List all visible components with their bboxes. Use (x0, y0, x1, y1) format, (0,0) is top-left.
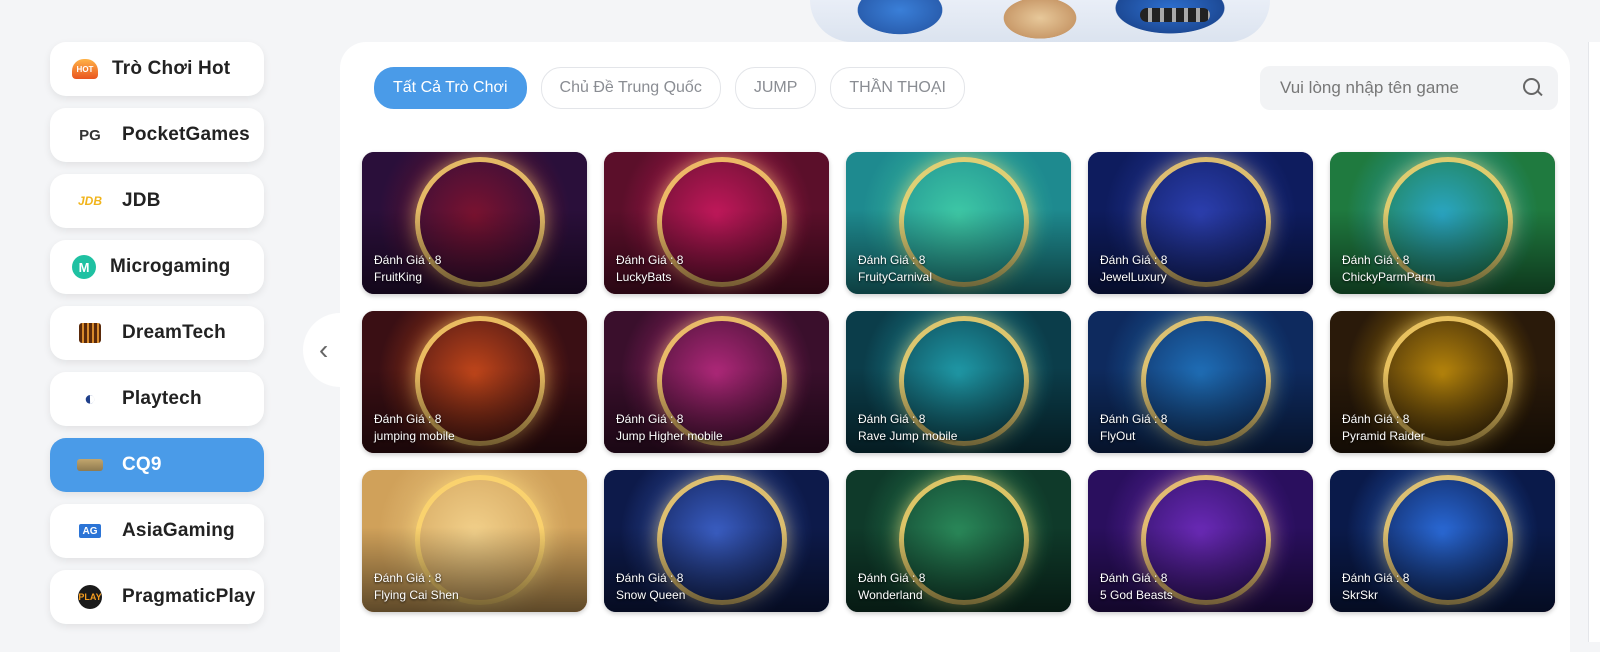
game-rating: Đánh Giá : 8 (616, 571, 684, 585)
game-rating: Đánh Giá : 8 (858, 412, 926, 426)
game-card[interactable]: Đánh Giá : 8 Rave Jump mobile (846, 311, 1071, 453)
sidebar-item-label: DreamTech (122, 322, 226, 343)
game-card[interactable]: Đánh Giá : 8 Flying Cai Shen (362, 470, 587, 612)
game-rating: Đánh Giá : 8 (858, 253, 926, 267)
sidebar-item-hot[interactable]: HOT Trò Chơi Hot (50, 42, 264, 96)
game-card[interactable]: Đánh Giá : 8 jumping mobile (362, 311, 587, 453)
game-card[interactable]: Đánh Giá : 8 Wonderland (846, 470, 1071, 612)
game-name: Wonderland (858, 588, 923, 602)
tab-jump[interactable]: JUMP (734, 67, 817, 109)
sidebar-item-pragmaticplay[interactable]: PLAY PragmaticPlay (50, 570, 264, 624)
cq9-logo-wrap (72, 453, 108, 477)
search-input[interactable] (1278, 77, 1522, 99)
game-name: FruityCarnival (858, 270, 933, 284)
game-name: jumping mobile (374, 429, 455, 443)
game-name: LuckyBats (616, 270, 672, 284)
game-rating: Đánh Giá : 8 (374, 253, 442, 267)
game-name: FruitKing (374, 270, 423, 284)
tab-mythology[interactable]: THẦN THOẠI (830, 67, 965, 109)
game-rating: Đánh Giá : 8 (1342, 412, 1410, 426)
playtech-logo-icon: ◐ (83, 387, 97, 410)
sidebar-item-label: Playtech (122, 388, 202, 409)
game-rating: Đánh Giá : 8 (1100, 412, 1168, 426)
provider-sidebar: HOT Trò Chơi Hot PG PocketGames JDB JDB … (50, 42, 264, 636)
game-name: Jump Higher mobile (616, 429, 723, 443)
asiagaming-logo-wrap: AG (72, 519, 108, 543)
microgaming-logo-icon: M (72, 255, 96, 279)
game-card[interactable]: Đánh Giá : 8 ChickyParmParm (1330, 152, 1555, 294)
sidebar-item-cq9[interactable]: CQ9 (50, 438, 264, 492)
pocketgames-logo-icon: PG (79, 126, 101, 144)
chevron-left-icon: ‹ (319, 334, 329, 365)
game-rating: Đánh Giá : 8 (616, 412, 684, 426)
hot-icon: HOT (72, 59, 98, 79)
cq9-logo-icon (77, 459, 103, 471)
asiagaming-logo-icon: AG (79, 524, 101, 538)
game-name: Snow Queen (616, 588, 686, 602)
game-rating: Đánh Giá : 8 (1100, 253, 1168, 267)
sidebar-item-label: Microgaming (110, 256, 231, 277)
next-panel-edge (1588, 42, 1600, 642)
sidebar-item-label: CQ9 (122, 454, 162, 475)
category-tabs: Tất Cả Trò Chơi Chủ Đề Trung Quốc JUMP T… (374, 67, 979, 109)
game-search (1260, 66, 1558, 110)
game-rating: Đánh Giá : 8 (1342, 571, 1410, 585)
game-card[interactable]: Đánh Giá : 8 LuckyBats (604, 152, 829, 294)
game-rating: Đánh Giá : 8 (374, 412, 442, 426)
game-card[interactable]: Đánh Giá : 8 Jump Higher mobile (604, 311, 829, 453)
game-card[interactable]: Đánh Giá : 8 SkrSkr (1330, 470, 1555, 612)
pragmaticplay-logo-wrap: PLAY (72, 585, 108, 609)
sidebar-item-microgaming[interactable]: M Microgaming (50, 240, 264, 294)
game-card[interactable]: Đánh Giá : 8 5 God Beasts (1088, 470, 1313, 612)
sidebar-item-jdb[interactable]: JDB JDB (50, 174, 264, 228)
game-name: FlyOut (1100, 429, 1136, 443)
sidebar-item-label: Trò Chơi Hot (112, 58, 231, 79)
game-card[interactable]: Đánh Giá : 8 FruitKing (362, 152, 587, 294)
game-rating: Đánh Giá : 8 (1342, 253, 1410, 267)
sidebar-item-label: JDB (122, 190, 161, 211)
search-icon[interactable] (1522, 77, 1544, 99)
pragmaticplay-logo-icon: PLAY (78, 585, 102, 609)
sidebar-item-dreamtech[interactable]: DreamTech (50, 306, 264, 360)
game-grid: Đánh Giá : 8 FruitKing Đánh Giá : 8 LuckyBa… (362, 152, 1555, 612)
tab-all-games[interactable]: Tất Cả Trò Chơi (374, 67, 527, 109)
game-panel: Tất Cả Trò Chơi Chủ Đề Trung Quốc JUMP T… (340, 42, 1570, 652)
dreamtech-logo-wrap (72, 321, 108, 345)
game-name: Flying Cai Shen (374, 588, 459, 602)
game-card[interactable]: Đánh Giá : 8 JewelLuxury (1088, 152, 1313, 294)
game-card[interactable]: Đánh Giá : 8 FlyOut (1088, 311, 1313, 453)
game-rating: Đánh Giá : 8 (616, 253, 684, 267)
tab-chinese-theme[interactable]: Chủ Đề Trung Quốc (540, 67, 721, 109)
game-name: Pyramid Raider (1342, 429, 1425, 443)
game-name: SkrSkr (1342, 588, 1378, 602)
game-name: 5 God Beasts (1100, 588, 1173, 602)
game-rating: Đánh Giá : 8 (374, 571, 442, 585)
sidebar-item-label: PocketGames (122, 124, 250, 145)
game-card[interactable]: Đánh Giá : 8 Pyramid Raider (1330, 311, 1555, 453)
game-name: ChickyParmParm (1342, 270, 1436, 284)
game-rating: Đánh Giá : 8 (858, 571, 926, 585)
game-name: JewelLuxury (1100, 270, 1167, 284)
sidebar-item-label: PragmaticPlay (122, 586, 256, 607)
game-card[interactable]: Đánh Giá : 8 FruityCarnival (846, 152, 1071, 294)
jdb-logo-icon: JDB (77, 194, 102, 208)
game-rating: Đánh Giá : 8 (1100, 571, 1168, 585)
sidebar-item-playtech[interactable]: ◐ Playtech (50, 372, 264, 426)
game-card[interactable]: Đánh Giá : 8 Snow Queen (604, 470, 829, 612)
sidebar-item-asiagaming[interactable]: AG AsiaGaming (50, 504, 264, 558)
sidebar-item-label: AsiaGaming (122, 520, 235, 541)
banner-character-art (810, 0, 1270, 42)
game-name: Rave Jump mobile (858, 429, 958, 443)
dreamtech-logo-icon (79, 323, 101, 343)
sidebar-item-pocketgames[interactable]: PG PocketGames (50, 108, 264, 162)
